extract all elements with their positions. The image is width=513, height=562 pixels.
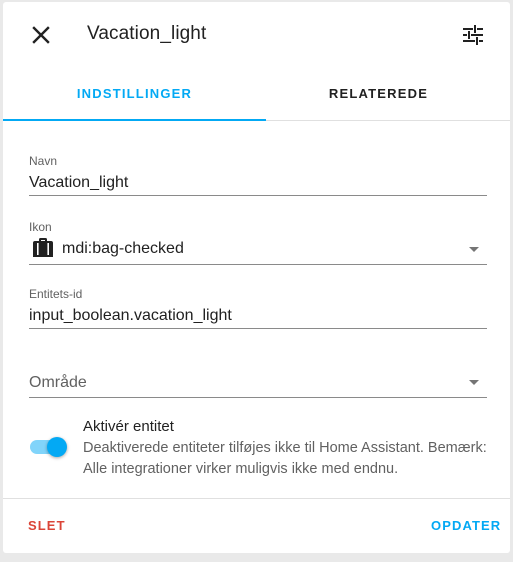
name-field[interactable]: Navn Vacation_light	[29, 150, 487, 196]
enable-entity-title: Aktivér entitet	[83, 418, 174, 435]
name-field-value[interactable]: Vacation_light	[29, 174, 128, 192]
tab-settings-label: INDSTILLINGER	[76, 85, 193, 101]
tab-related[interactable]: RELATEREDE	[247, 66, 510, 120]
close-button[interactable]	[21, 15, 61, 55]
area-dropdown-arrow-icon[interactable]	[469, 380, 479, 385]
dialog-title: Vacation_light	[87, 23, 207, 44]
icon-field-value[interactable]: mdi:bag-checked	[62, 240, 184, 258]
tab-bar: INDSTILLINGER RELATEREDE	[3, 66, 510, 121]
tab-settings[interactable]: INDSTILLINGER	[3, 66, 266, 121]
delete-button[interactable]: SLET	[28, 518, 66, 533]
area-picker-placeholder: Område	[29, 374, 87, 391]
dialog-footer: SLET OPDATER	[3, 498, 510, 553]
icon-field-label: Ikon	[29, 220, 52, 234]
advanced-settings-button[interactable]	[453, 15, 493, 55]
entity-id-field-label: Entitets-id	[29, 287, 83, 301]
icon-field[interactable]: Ikon mdi:bag-checked	[29, 216, 487, 265]
update-button[interactable]: OPDATER	[431, 518, 501, 533]
close-icon	[32, 26, 50, 44]
entity-id-field-value[interactable]: input_boolean.vacation_light	[29, 307, 232, 325]
toggle-knob	[47, 437, 67, 457]
entity-settings-dialog: Vacation_light INDSTILLINGER RELATEREDE	[3, 2, 510, 553]
area-picker[interactable]: Område	[29, 360, 487, 398]
icon-dropdown-arrow-icon[interactable]	[469, 247, 479, 252]
bag-checked-icon	[33, 238, 53, 257]
tab-related-label: RELATEREDE	[328, 85, 429, 101]
name-field-label: Navn	[29, 154, 58, 168]
active-tab-indicator	[3, 119, 266, 121]
enable-entity-description: Deaktiverede entiteter tilføjes ikke til…	[83, 440, 487, 477]
entity-id-field[interactable]: Entitets-id input_boolean.vacation_light	[29, 283, 487, 329]
tune-icon	[463, 25, 483, 45]
enable-entity-toggle[interactable]	[30, 435, 68, 459]
dialog-header: Vacation_light	[3, 2, 510, 66]
